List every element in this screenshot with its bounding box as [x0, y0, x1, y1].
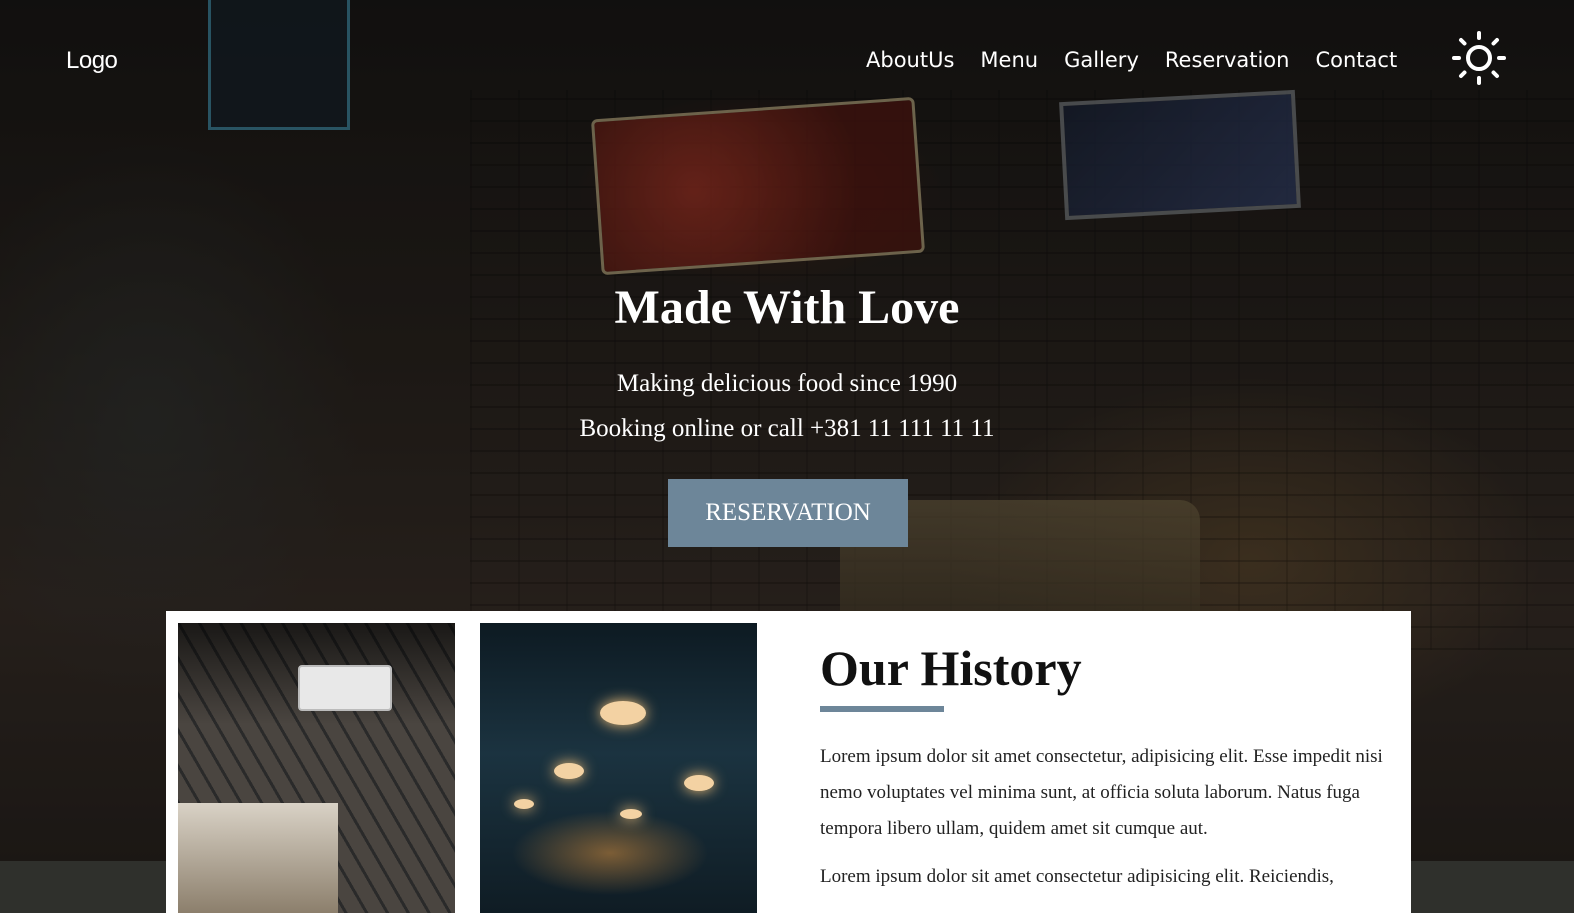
title-underline — [820, 706, 944, 712]
pendant-lamp — [600, 701, 646, 725]
nav-link-aboutus[interactable]: AboutUs — [866, 48, 954, 72]
hero-subtitle: Making delicious food since 1990 — [616, 370, 958, 397]
pendant-lamp — [684, 775, 714, 791]
sun-icon[interactable] — [1452, 31, 1506, 85]
bar-counter-shape — [178, 803, 338, 913]
pendant-lamp — [554, 763, 584, 779]
hero-title: Made With Love — [614, 281, 960, 334]
pendant-lamp — [620, 809, 642, 819]
main-nav: AboutUs Menu Gallery Reservation Contact — [866, 48, 1397, 72]
nav-link-reservation[interactable]: Reservation — [1165, 48, 1290, 72]
history-title: Our History — [820, 640, 1082, 696]
history-section: Our History Lorem ipsum dolor sit amet c… — [166, 611, 1411, 913]
site-logo[interactable]: Logo — [66, 47, 118, 75]
history-paragraph-2: Lorem ipsum dolor sit amet consectetur a… — [820, 866, 1334, 887]
hero-booking-text: Booking online or call +381 11 111 11 11 — [579, 415, 995, 442]
reservation-button[interactable]: RESERVATION — [668, 479, 908, 547]
nav-link-menu[interactable]: Menu — [980, 48, 1038, 72]
restaurant-dining-photo — [480, 623, 757, 913]
pendant-lamp — [514, 799, 534, 809]
nav-link-gallery[interactable]: Gallery — [1064, 48, 1139, 72]
ceiling-unit-shape — [298, 665, 392, 711]
history-paragraph-1: Lorem ipsum dolor sit amet consectetur, … — [820, 746, 1383, 839]
nav-link-contact[interactable]: Contact — [1315, 48, 1397, 72]
restaurant-interior-photo — [178, 623, 455, 913]
